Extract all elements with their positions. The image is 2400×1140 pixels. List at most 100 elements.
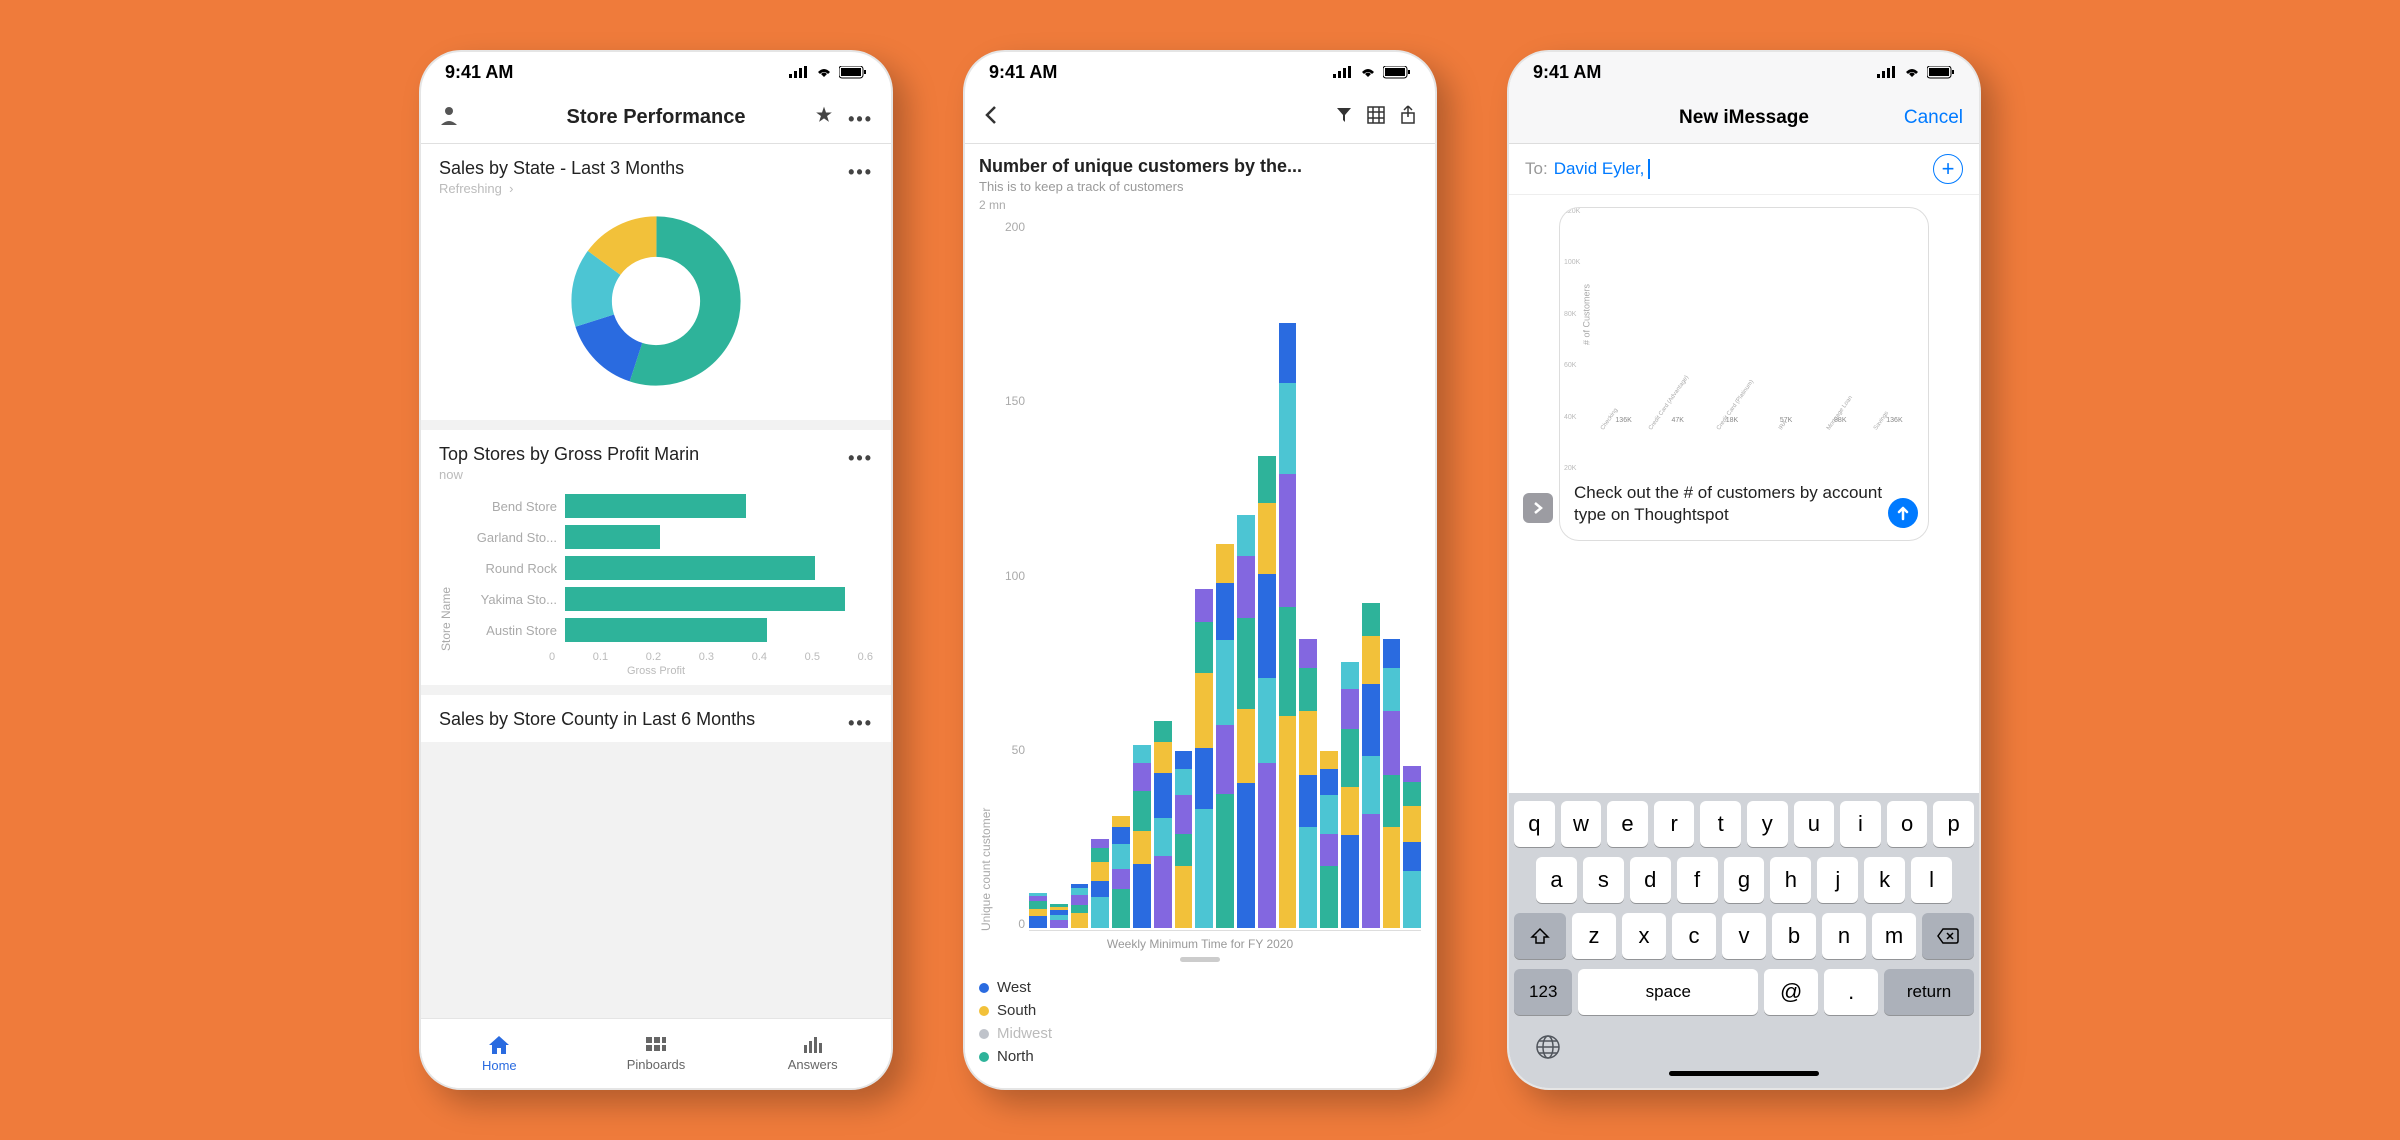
nav-answers[interactable]: Answers — [734, 1019, 891, 1088]
stacked-bar — [1050, 904, 1068, 928]
return-key[interactable]: return — [1884, 969, 1974, 1015]
stacked-bar-chart: Unique count customer 200150100500 — [979, 220, 1421, 931]
profile-icon[interactable] — [439, 105, 459, 130]
card-more-icon[interactable]: ••• — [848, 709, 873, 734]
star-icon[interactable] — [814, 105, 834, 130]
key-b[interactable]: b — [1772, 913, 1816, 959]
bottom-nav: Home Pinboards Answers — [421, 1018, 891, 1088]
card-sales-by-state[interactable]: Sales by State - Last 3 Months Refreshin… — [421, 144, 891, 420]
key-q[interactable]: q — [1514, 801, 1555, 847]
page-title: Store Performance — [499, 106, 813, 129]
key-r[interactable]: r — [1654, 801, 1695, 847]
legend-item[interactable]: North — [979, 1045, 1421, 1068]
key-k[interactable]: k — [1864, 857, 1905, 903]
card-sales-by-county[interactable]: Sales by Store County in Last 6 Months •… — [421, 695, 891, 742]
key-s[interactable]: s — [1583, 857, 1624, 903]
status-time: 9:41 AM — [989, 62, 1057, 83]
keyboard: qwertyuiop asdfghjkl zxcvbnm 123 space @… — [1509, 793, 1979, 1088]
key-c[interactable]: c — [1672, 913, 1716, 959]
filter-icon[interactable] — [1335, 106, 1353, 129]
legend-item[interactable]: South — [979, 999, 1421, 1022]
key-f[interactable]: f — [1677, 857, 1718, 903]
status-bar: 9:41 AM — [1509, 52, 1979, 92]
at-key[interactable]: @ — [1764, 969, 1818, 1015]
key-t[interactable]: t — [1700, 801, 1741, 847]
shift-key[interactable] — [1514, 913, 1566, 959]
key-e[interactable]: e — [1607, 801, 1648, 847]
key-y[interactable]: y — [1747, 801, 1788, 847]
card-more-icon[interactable]: ••• — [848, 158, 873, 183]
key-u[interactable]: u — [1794, 801, 1835, 847]
key-m[interactable]: m — [1872, 913, 1916, 959]
drag-handle[interactable] — [1180, 957, 1220, 962]
status-icons — [1333, 66, 1411, 79]
key-x[interactable]: x — [1622, 913, 1666, 959]
home-icon — [487, 1034, 511, 1056]
key-d[interactable]: d — [1630, 857, 1671, 903]
horizontal-bar-chart: Bend StoreGarland Sto...Round RockYakima… — [455, 482, 873, 651]
key-j[interactable]: j — [1817, 857, 1858, 903]
back-icon[interactable] — [983, 105, 997, 130]
message-area: 120K100K80K60K40K20K # of Customers 136K… — [1509, 195, 1979, 793]
card-top-stores[interactable]: Top Stores by Gross Profit Marin now •••… — [421, 430, 891, 685]
stacked-bar — [1195, 589, 1213, 928]
home-indicator[interactable] — [1669, 1071, 1819, 1076]
card-subtitle: now — [439, 467, 699, 482]
numbers-key[interactable]: 123 — [1514, 969, 1572, 1015]
x-axis-ticks: 00.10.20.30.40.50.6 — [439, 651, 873, 663]
status-time: 9:41 AM — [1533, 62, 1601, 83]
nav-home[interactable]: Home — [421, 1019, 578, 1088]
stacked-bar — [1320, 751, 1338, 928]
bar-row: Bend Store — [455, 492, 863, 520]
text-cursor — [1648, 159, 1650, 179]
dot-key[interactable]: . — [1824, 969, 1878, 1015]
chart-title: Number of unique customers by the... — [979, 156, 1421, 177]
expand-button[interactable] — [1523, 493, 1553, 523]
to-field[interactable]: To: David Eyler, + — [1509, 144, 1979, 195]
answers-icon — [801, 1035, 825, 1055]
key-l[interactable]: l — [1911, 857, 1952, 903]
key-n[interactable]: n — [1822, 913, 1866, 959]
grid-icon[interactable] — [1367, 106, 1385, 129]
stacked-bar — [1299, 639, 1317, 928]
x-axis-label: Weekly Minimum Time for FY 2020 — [979, 937, 1421, 951]
recipient-chip[interactable]: David Eyler, — [1554, 159, 1645, 179]
more-icon[interactable]: ••• — [848, 105, 873, 130]
key-g[interactable]: g — [1724, 857, 1765, 903]
card-title: Top Stores by Gross Profit Marin — [439, 444, 699, 465]
key-p[interactable]: p — [1933, 801, 1974, 847]
key-v[interactable]: v — [1722, 913, 1766, 959]
stacked-bar — [1071, 884, 1089, 928]
key-o[interactable]: o — [1887, 801, 1928, 847]
key-w[interactable]: w — [1561, 801, 1602, 847]
chart-bars — [1029, 220, 1421, 931]
stacked-bar — [1341, 662, 1359, 928]
wifi-icon — [815, 66, 833, 78]
card-subtitle: Refreshing › — [439, 181, 684, 196]
legend-item[interactable]: West — [979, 976, 1421, 999]
bar-row: Yakima Sto... — [455, 585, 863, 613]
status-icons — [789, 66, 867, 79]
nav-pinboards[interactable]: Pinboards — [578, 1019, 735, 1088]
card-more-icon[interactable]: ••• — [848, 444, 873, 469]
content-area: To: David Eyler, + 120K100K80K60K40K20K … — [1509, 144, 1979, 1088]
donut-chart — [439, 216, 873, 386]
pinboards-icon — [644, 1035, 668, 1055]
space-key[interactable]: space — [1578, 969, 1758, 1015]
share-icon[interactable] — [1399, 105, 1417, 130]
send-button[interactable] — [1888, 498, 1918, 528]
add-recipient-button[interactable]: + — [1933, 154, 1963, 184]
cancel-button[interactable]: Cancel — [1904, 107, 1963, 129]
key-h[interactable]: h — [1770, 857, 1811, 903]
status-bar: 9:41 AM — [965, 52, 1435, 92]
backspace-key[interactable] — [1922, 913, 1974, 959]
legend-item[interactable]: Midwest — [979, 1022, 1421, 1045]
chart-attachment[interactable]: 120K100K80K60K40K20K # of Customers 136K… — [1559, 207, 1929, 541]
key-i[interactable]: i — [1840, 801, 1881, 847]
y-axis-label: Store Name — [439, 482, 453, 651]
globe-key[interactable] — [1524, 1029, 1560, 1065]
battery-icon — [839, 66, 867, 79]
status-icons — [1877, 66, 1955, 79]
key-z[interactable]: z — [1572, 913, 1616, 959]
key-a[interactable]: a — [1536, 857, 1577, 903]
